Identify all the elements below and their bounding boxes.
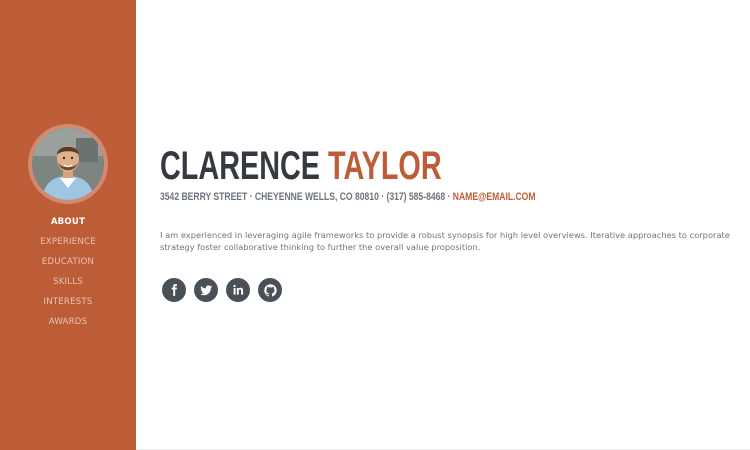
- address-text: 3542 BERRY STREET · CHEYENNE WELLS, CO 8…: [160, 191, 453, 203]
- contact-line: 3542 BERRY STREET · CHEYENNE WELLS, CO 8…: [160, 191, 536, 203]
- sidebar-nav: ABOUT EXPERIENCE EDUCATION SKILLS INTERE…: [0, 0, 136, 450]
- github-icon: [263, 283, 277, 296]
- avatar-frame: [28, 124, 108, 204]
- page-title: CLARENCE TAYLOR: [160, 146, 442, 186]
- linkedin-icon: [233, 284, 244, 295]
- last-name: TAYLOR: [328, 144, 442, 188]
- about-section: CLARENCE TAYLOR 3542 BERRY STREET · CHEY…: [160, 0, 730, 450]
- twitter-button[interactable]: [194, 278, 218, 302]
- nav-item-about[interactable]: ABOUT: [0, 212, 136, 232]
- nav-item-experience[interactable]: EXPERIENCE: [0, 232, 136, 252]
- nav-item-education[interactable]: EDUCATION: [0, 252, 136, 272]
- linkedin-button[interactable]: [226, 278, 250, 302]
- nav-item-awards[interactable]: AWARDS: [0, 312, 136, 332]
- bio-text: I am experienced in leveraging agile fra…: [160, 230, 730, 252]
- nav-list: ABOUT EXPERIENCE EDUCATION SKILLS INTERE…: [0, 212, 136, 332]
- facebook-icon: [171, 284, 177, 296]
- nav-item-skills[interactable]: SKILLS: [0, 272, 136, 292]
- social-icons: [162, 278, 282, 302]
- email-link[interactable]: NAME@EMAIL.COM: [453, 191, 536, 203]
- avatar[interactable]: [32, 128, 104, 200]
- twitter-icon: [200, 285, 213, 296]
- github-button[interactable]: [258, 278, 282, 302]
- nav-item-interests[interactable]: INTERESTS: [0, 292, 136, 312]
- facebook-button[interactable]: [162, 278, 186, 302]
- first-name: CLARENCE: [160, 144, 321, 188]
- profile-photo: [32, 128, 104, 200]
